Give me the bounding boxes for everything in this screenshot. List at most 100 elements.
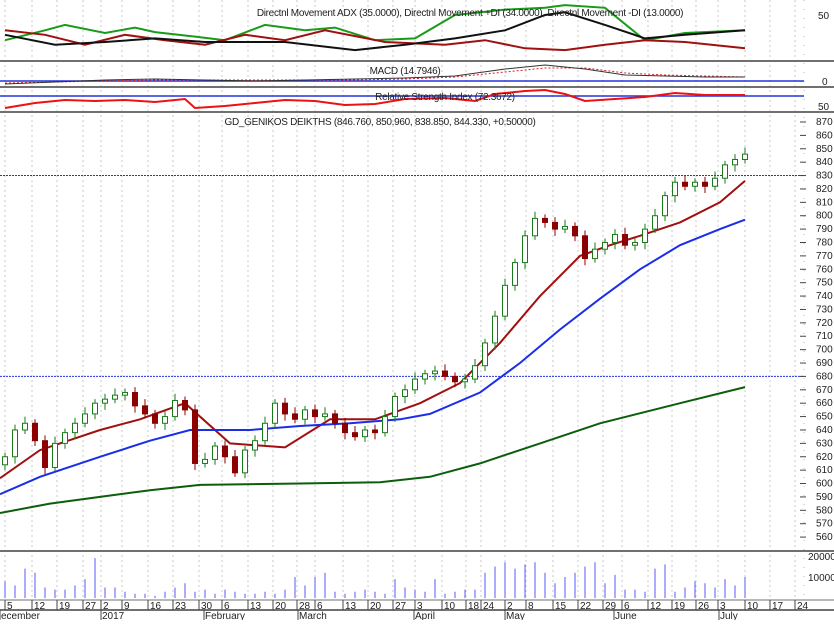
candle-body [332, 413, 338, 424]
candle-body [322, 413, 328, 418]
y-tick-label: 690 [816, 358, 833, 369]
candle-body [72, 422, 78, 434]
y-tick-label: 590 [816, 492, 833, 503]
y-tick-label: 820 [816, 184, 833, 195]
candle-body [672, 181, 678, 197]
candle-body [122, 391, 128, 396]
candle-body [522, 235, 528, 264]
adx-title: Directnl Movement ADX (35.0000), Directn… [257, 8, 683, 19]
candle-body [262, 422, 268, 442]
y-tick-label: 730 [816, 304, 833, 315]
y-tick-label: 670 [816, 385, 833, 396]
y-tick-label: 700 [816, 345, 833, 356]
x-month-label: 2017 [102, 611, 125, 620]
y-tick-label: 810 [816, 197, 833, 208]
candle-body [282, 402, 288, 415]
x-date-label: 19 [59, 601, 71, 612]
candle-body [202, 458, 208, 464]
candle-body [502, 284, 508, 317]
x-date-label: 9 [124, 601, 130, 612]
y-tick-label: 680 [816, 371, 833, 382]
candle-body [242, 449, 248, 474]
y-tick-label: 860 [816, 130, 833, 141]
adx-tick-label: 50 [818, 11, 830, 22]
y-tick-label: 740 [816, 291, 833, 302]
x-date-label: 23 [175, 601, 187, 612]
macd-title: MACD (14.7946) [370, 66, 441, 77]
candle-body [372, 429, 378, 434]
candle-body [642, 228, 648, 244]
candle-body [362, 429, 368, 438]
y-tick-label: 570 [816, 519, 833, 530]
x-date-label: 17 [772, 601, 784, 612]
candle-body [102, 398, 108, 404]
candle-body [272, 402, 278, 424]
volume-tick-label: 20000 [808, 552, 834, 563]
x-date-label: 13 [250, 601, 262, 612]
rsi-tick-label: 50 [818, 102, 830, 113]
candle-body [302, 409, 308, 420]
y-tick-label: 760 [816, 264, 833, 275]
candle-body [342, 422, 348, 434]
candle-body [352, 432, 358, 438]
candle-body [182, 400, 188, 411]
stock-chart: 8708608508408308208108007907807707607507… [0, 0, 834, 622]
x-month-label: ecember [1, 611, 41, 620]
candle-body [572, 225, 578, 237]
candle-body [612, 233, 618, 244]
candle-body [432, 370, 438, 375]
candle-body [252, 440, 258, 451]
candle-body [42, 440, 48, 468]
candle-body [422, 373, 428, 380]
x-month-label: March [299, 611, 327, 620]
rsi-title: Relative Strength Index (72.3672) [375, 92, 515, 103]
candle-body [232, 456, 238, 474]
y-tick-label: 850 [816, 144, 833, 155]
volume-tick-label: 10000 [808, 573, 834, 584]
candle-body [392, 395, 398, 418]
candle-body [702, 181, 708, 187]
y-tick-label: 620 [816, 452, 833, 463]
y-tick-label: 780 [816, 238, 833, 249]
candle-body [292, 413, 298, 420]
x-date-label: 20 [370, 601, 382, 612]
candle-body [552, 221, 558, 230]
y-tick-label: 720 [816, 318, 833, 329]
y-tick-label: 610 [816, 465, 833, 476]
candle-body [222, 445, 228, 458]
y-tick-label: 830 [816, 171, 833, 182]
candle-body [152, 413, 158, 424]
candle-body [92, 402, 98, 415]
candle-body [172, 400, 178, 418]
x-date-label: 22 [580, 601, 592, 612]
candle-body [112, 394, 118, 400]
candle-body [622, 233, 628, 246]
y-tick-label: 580 [816, 505, 833, 516]
candle-body [482, 342, 488, 367]
y-tick-label: 790 [816, 224, 833, 235]
y-tick-label: 840 [816, 157, 833, 168]
y-tick-label: 630 [816, 438, 833, 449]
candle-body [462, 378, 468, 383]
x-month-label: July [720, 611, 738, 620]
candle-body [82, 413, 88, 424]
candle-body [62, 432, 68, 444]
price-title: GD_GENIKOS DEIKTHS (846.760, 850.960, 83… [225, 117, 536, 128]
candle-body [402, 389, 408, 397]
x-date-label: 8 [528, 601, 534, 612]
candle-body [52, 442, 58, 468]
x-date-label: 24 [797, 601, 809, 612]
candle-body [532, 217, 538, 237]
candle-body [542, 217, 548, 223]
candle-body [22, 422, 28, 431]
candle-body [212, 445, 218, 460]
candle-body [2, 456, 8, 466]
candle-body [12, 429, 18, 458]
candle-body [722, 164, 728, 179]
x-date-label: 27 [395, 601, 407, 612]
candle-body [652, 215, 658, 230]
candle-body [682, 181, 688, 187]
x-date-label: 19 [674, 601, 686, 612]
y-tick-label: 770 [816, 251, 833, 262]
candle-body [452, 375, 458, 383]
